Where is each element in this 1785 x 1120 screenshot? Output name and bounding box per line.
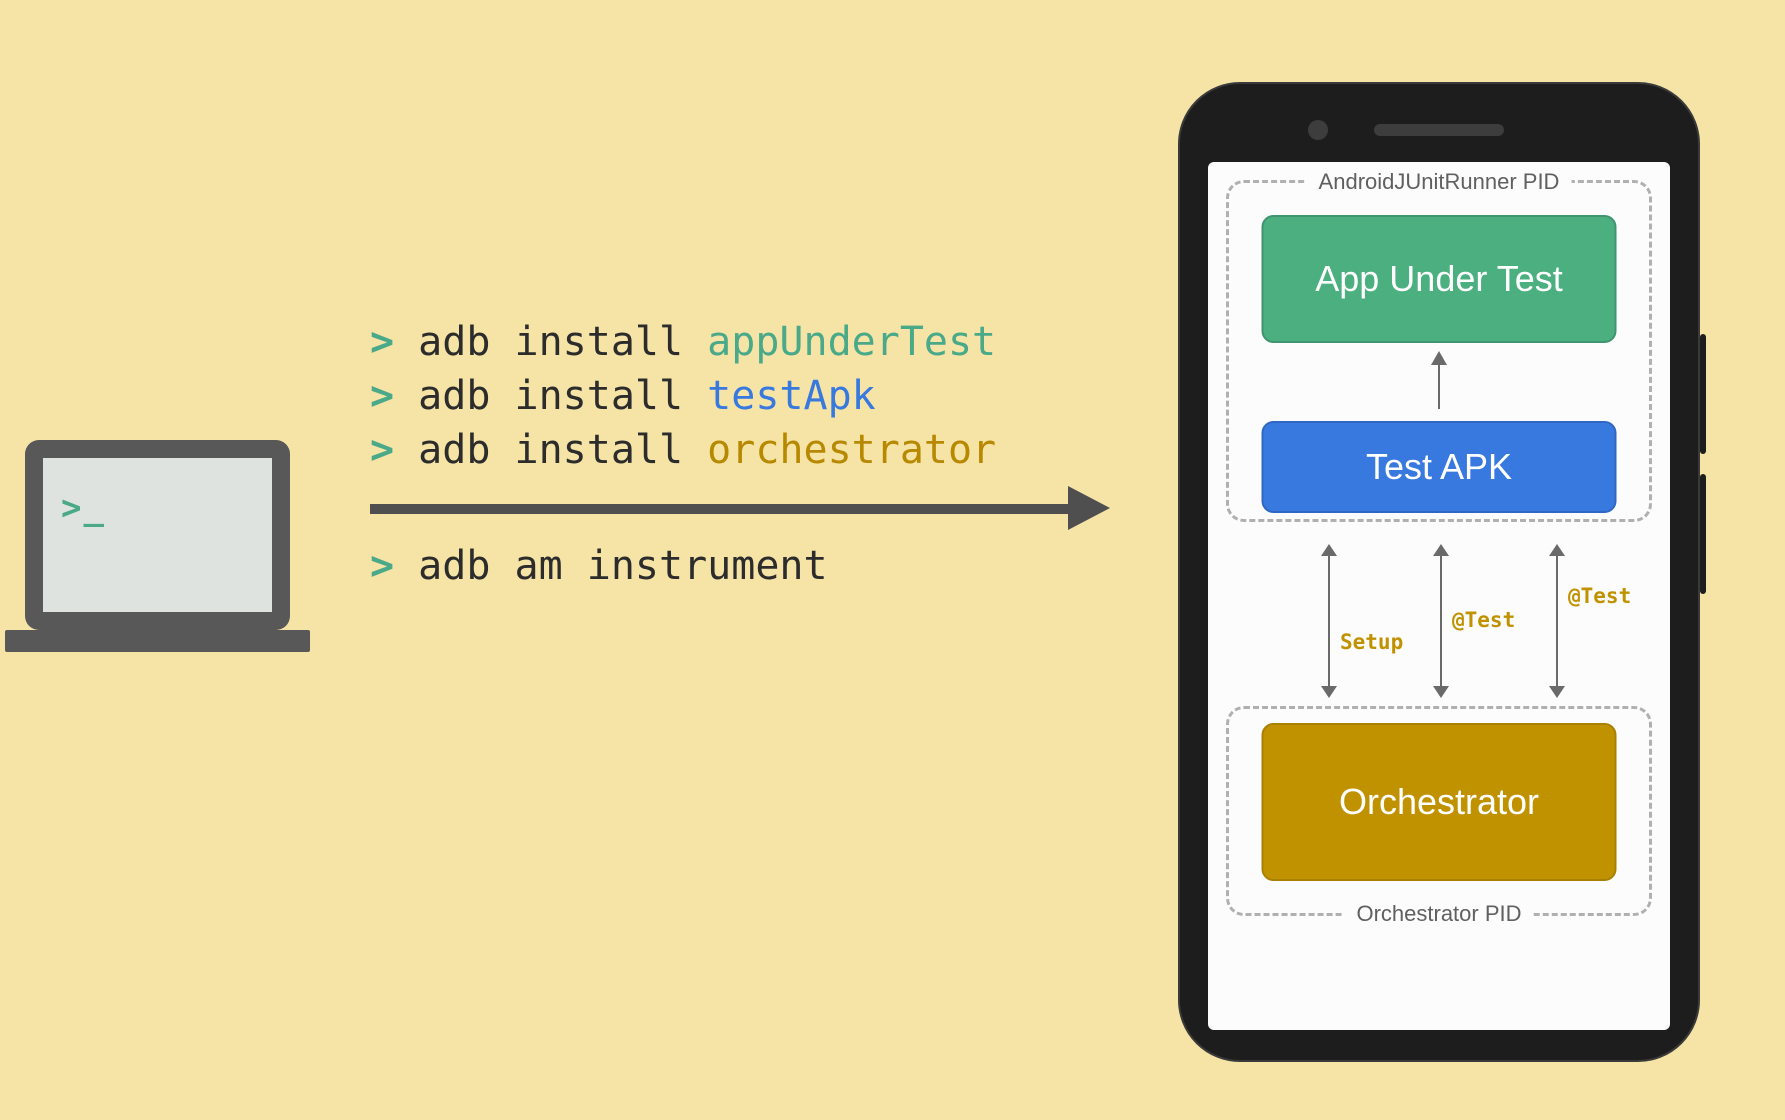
phone-camera-icon — [1308, 120, 1328, 140]
label-test-1: @Test — [1448, 606, 1519, 634]
group-orchestrator: Orchestrator Orchestrator PID — [1226, 706, 1652, 916]
block-orchestrator: Orchestrator — [1262, 723, 1617, 881]
group-top-label: AndroidJUnitRunner PID — [1307, 169, 1572, 195]
arrow-setup: Setup — [1328, 546, 1330, 696]
cmd-install-orchestrator: > adb install orchestrator — [370, 423, 996, 477]
cmd-am-instrument: > adb am instrument — [370, 539, 996, 593]
block-app-under-test: App Under Test — [1262, 215, 1617, 343]
phone-device: AndroidJUnitRunner PID App Under Test Te… — [1178, 82, 1700, 1062]
terminal-prompt: >_ — [61, 488, 106, 528]
laptop-icon: >_ — [25, 440, 310, 652]
arrow-head-icon — [1068, 486, 1110, 530]
label-setup: Setup — [1336, 628, 1407, 656]
group-bot-label: Orchestrator PID — [1344, 901, 1533, 927]
arrow-test-to-app — [1438, 353, 1440, 409]
terminal-commands: > adb install appUnderTest > adb install… — [370, 315, 996, 593]
phone-speaker — [1374, 124, 1504, 136]
block-test-apk: Test APK — [1262, 421, 1617, 513]
group-androidjunitrunner: AndroidJUnitRunner PID App Under Test Te… — [1226, 180, 1652, 522]
phone-screen: AndroidJUnitRunner PID App Under Test Te… — [1208, 162, 1670, 1030]
cmd-install-testapk: > adb install testApk — [370, 369, 996, 423]
arrow-to-phone — [370, 504, 1070, 514]
arrow-test-1: @Test — [1440, 546, 1442, 696]
arrow-test-2: @Test — [1556, 546, 1558, 696]
cmd-install-app: > adb install appUnderTest — [370, 315, 996, 369]
label-test-2: @Test — [1564, 582, 1635, 610]
